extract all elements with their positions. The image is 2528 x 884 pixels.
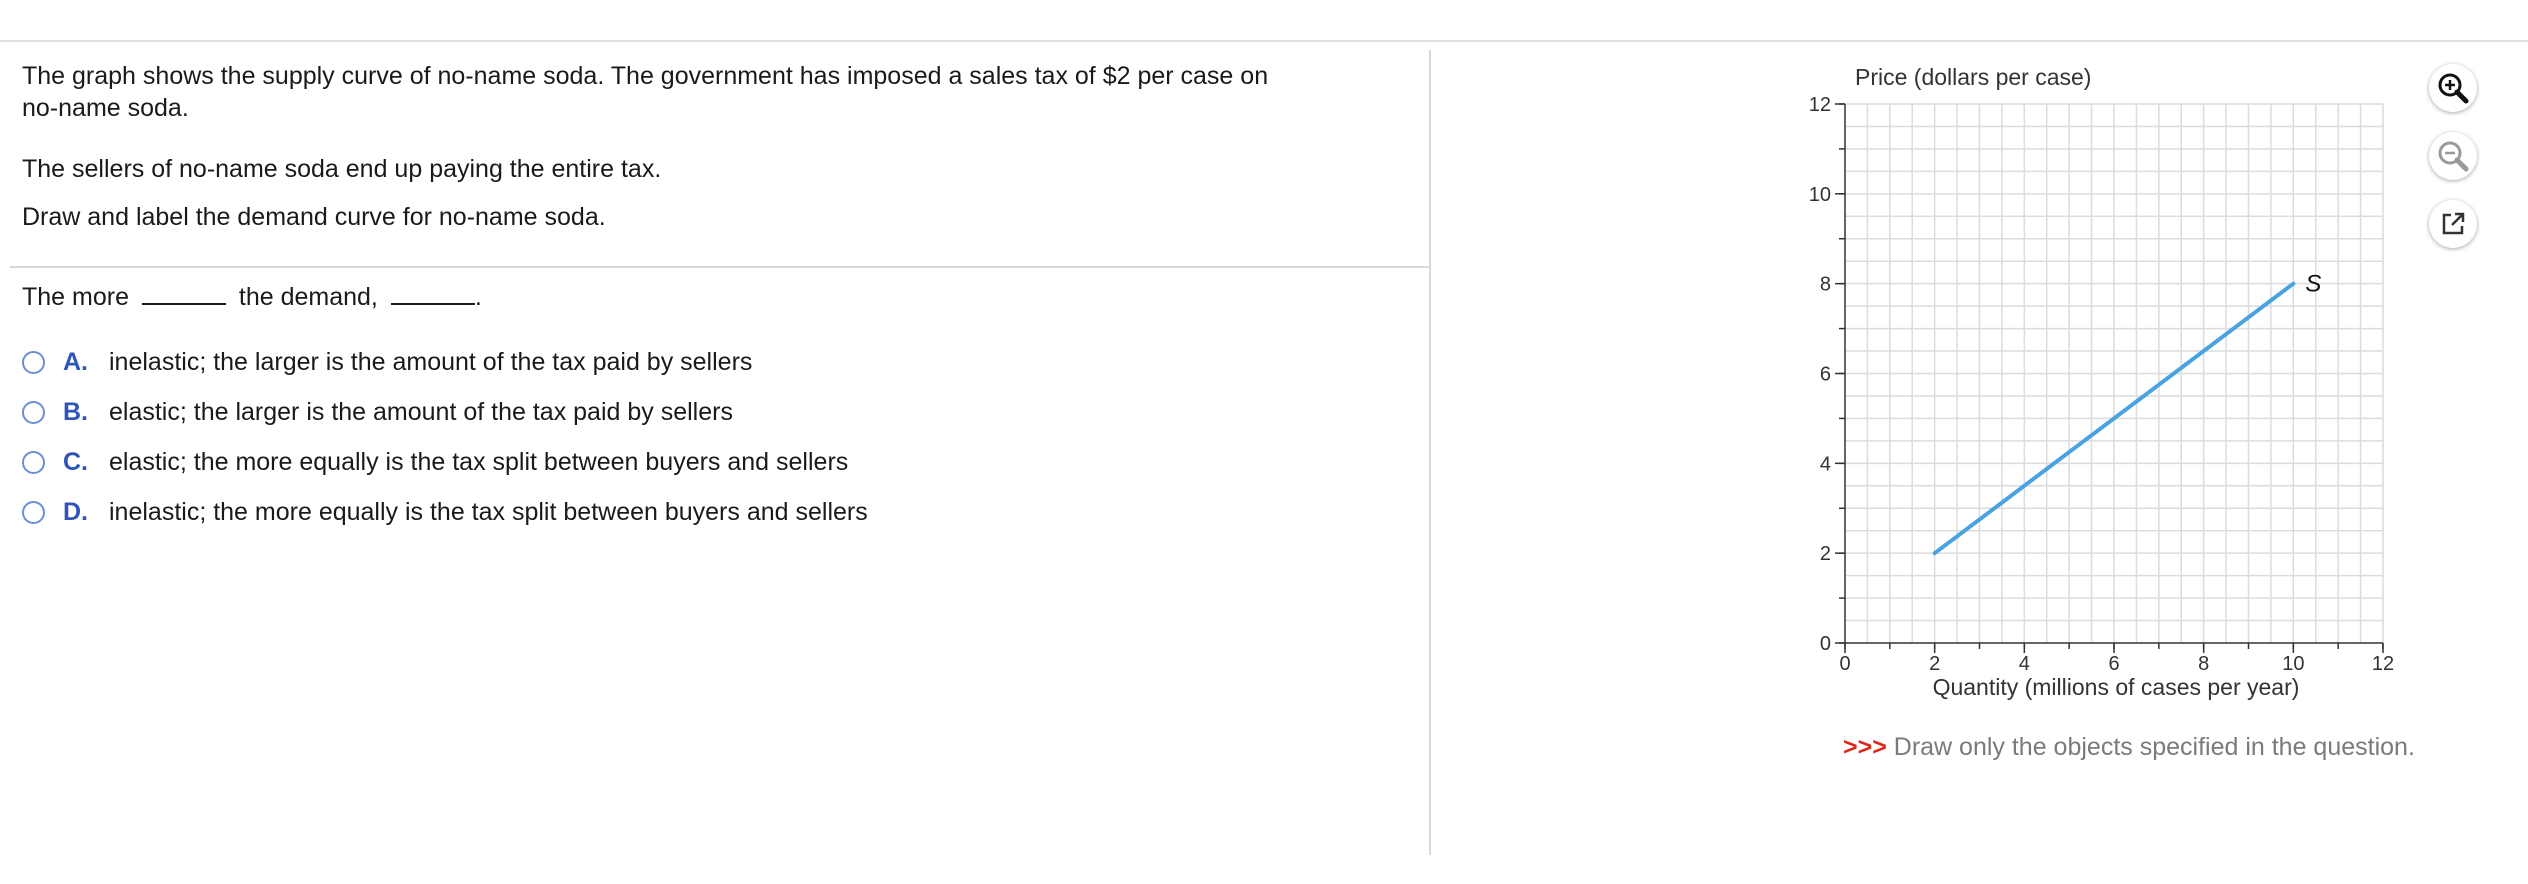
radio-button-b[interactable]: [22, 400, 45, 424]
panel-divider: [1429, 50, 1431, 855]
option-letter-c: C.: [63, 447, 88, 476]
question-text-line-1: The graph shows the supply curve of no-n…: [22, 62, 1269, 90]
hint-arrows: >>>: [1843, 733, 1887, 761]
x-tick-label: 2: [1929, 653, 1940, 675]
zoom-out-button[interactable]: [2429, 132, 2477, 180]
prompt-part-3: .: [474, 283, 482, 311]
y-axis-label: Price (dollars per case): [1855, 64, 2091, 90]
top-rule: [0, 40, 2528, 42]
y-tick-label: 4: [1820, 453, 1831, 475]
question-divider: [10, 266, 1430, 268]
y-tick-label: 0: [1820, 633, 1831, 655]
y-tick-label: 6: [1820, 364, 1831, 386]
question-text-line-2: no-name soda.: [22, 94, 189, 122]
option-b[interactable]: B. elastic; the larger is the amount of …: [22, 394, 733, 430]
zoom-in-button[interactable]: [2429, 64, 2477, 112]
x-tick-label: 6: [2108, 653, 2119, 675]
x-axis-label: Quantity (millions of cases per year): [1933, 674, 2300, 700]
option-c[interactable]: C. elastic; the more equally is the tax …: [22, 444, 848, 480]
question-instruction: Draw and label the demand curve for no-n…: [22, 203, 606, 231]
draw-hint: >>> Draw only the objects specified in t…: [1843, 733, 2415, 762]
popout-button[interactable]: [2429, 200, 2477, 248]
radio-button-d[interactable]: [22, 500, 45, 524]
x-tick-label: 4: [2019, 653, 2030, 675]
x-tick-label: 12: [2372, 653, 2394, 675]
option-text-d: inelastic; the more equally is the tax s…: [109, 497, 868, 526]
y-tick-label: 2: [1820, 543, 1831, 565]
radio-button-a[interactable]: [22, 350, 45, 374]
x-tick-label: 0: [1839, 653, 1850, 675]
blank-1: [141, 279, 226, 305]
supply-graph[interactable]: 0 2 4 6 8 10 12 0 2 4 6 8 10 12 S Price (dollars per …: [1760, 50, 2400, 710]
prompt-part-2: the demand,: [238, 283, 378, 311]
fill-in-prompt: The more the demand, .: [22, 279, 482, 313]
x-tick-label: 8: [2198, 653, 2209, 675]
zoom-out-icon: [2438, 141, 2469, 172]
prompt-part-1: The more: [22, 283, 129, 311]
axis-layer: 0 2 4 6 8 10 12 0 2 4 6 8 10 12: [1809, 94, 2394, 675]
grid-layer: [1845, 103, 2384, 643]
option-a[interactable]: A. inelastic; the larger is the amount o…: [22, 344, 752, 380]
option-text-a: inelastic; the larger is the amount of t…: [109, 347, 753, 376]
question-text-line-3: The sellers of no-name soda end up payin…: [22, 155, 662, 183]
option-letter-b: B.: [63, 397, 88, 426]
option-text-c: elastic; the more equally is the tax spl…: [109, 447, 849, 476]
series-layer: S: [1932, 271, 2321, 556]
y-tick-label: 10: [1809, 184, 1831, 206]
external-link-icon: [2442, 212, 2465, 235]
option-letter-a: A.: [63, 347, 88, 376]
x-tick-label: 10: [2282, 653, 2304, 675]
y-tick-label: 12: [1809, 94, 1831, 116]
hint-text: Draw only the objects specified in the q…: [1886, 733, 2415, 761]
y-tick-label: 8: [1820, 274, 1831, 296]
supply-curve-label: S: [2305, 271, 2321, 298]
option-text-b: elastic; the larger is the amount of the…: [109, 397, 733, 426]
radio-button-c[interactable]: [22, 450, 45, 474]
option-d[interactable]: D. inelastic; the more equally is the ta…: [22, 494, 868, 530]
blank-2: [390, 279, 475, 305]
zoom-in-icon: [2438, 73, 2469, 104]
option-letter-d: D.: [63, 497, 88, 526]
